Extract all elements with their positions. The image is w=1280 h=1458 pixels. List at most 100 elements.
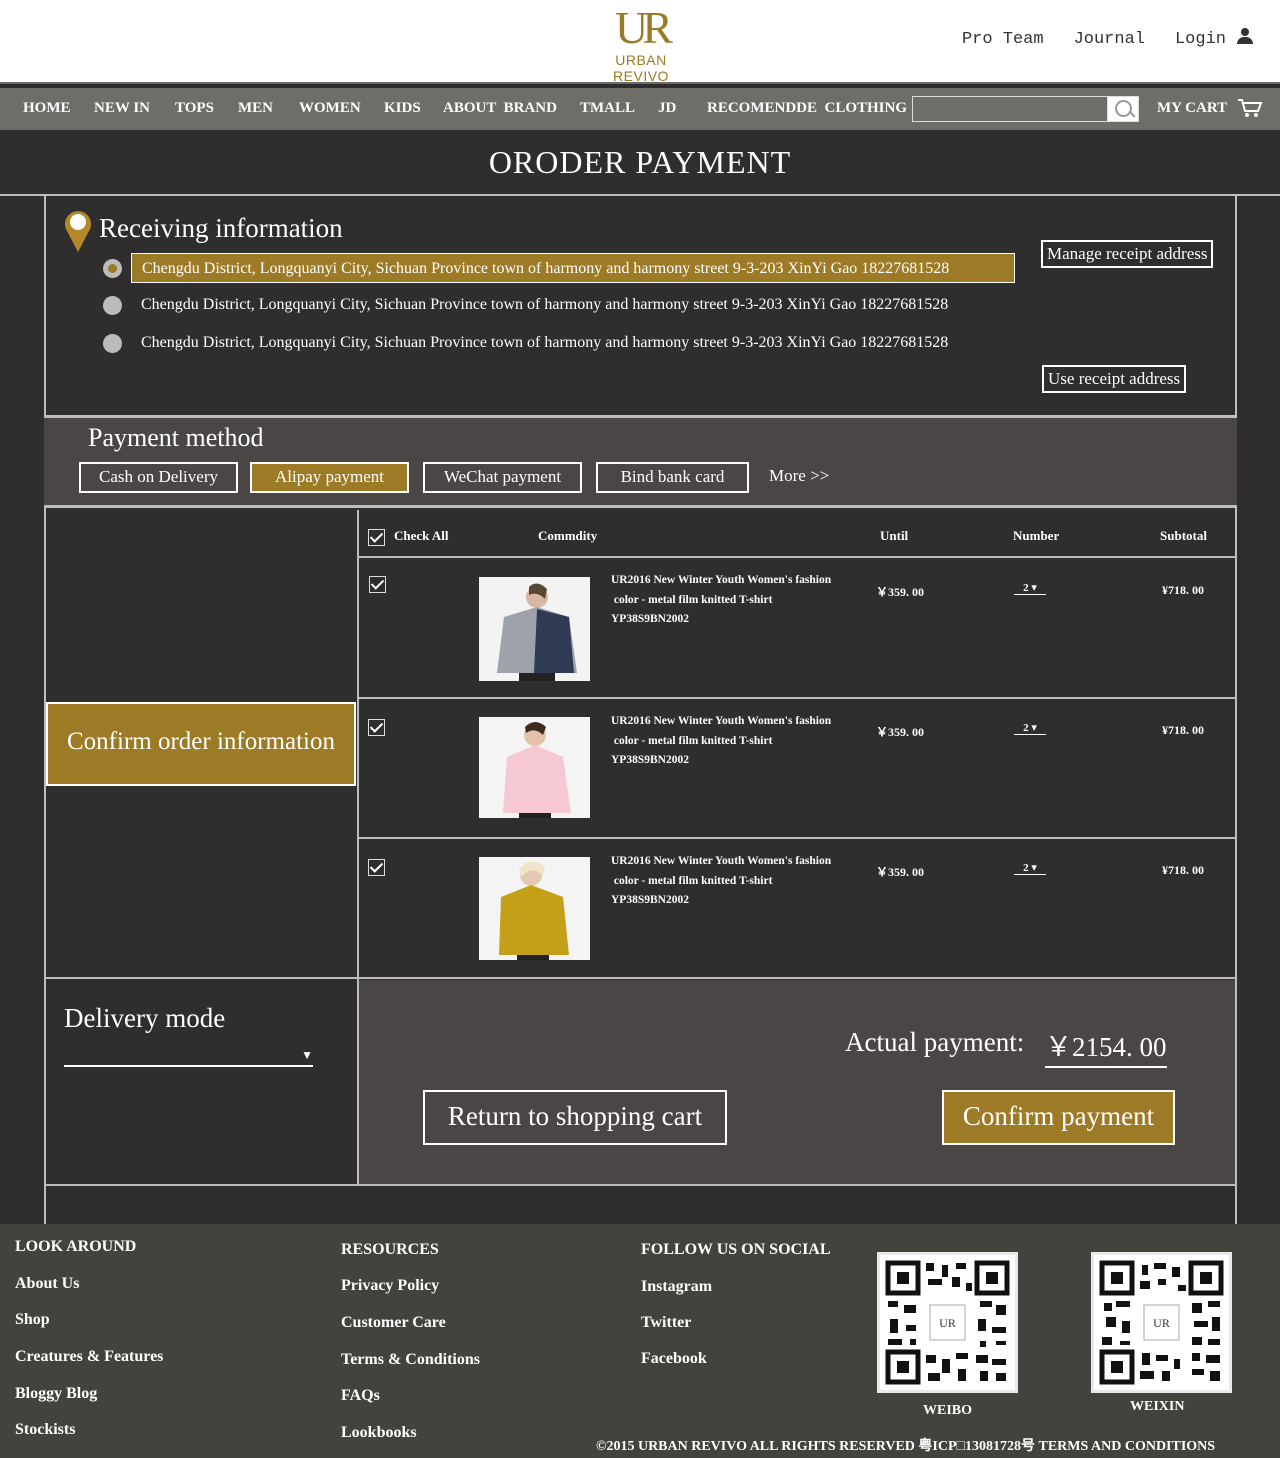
nav-home[interactable]: HOME xyxy=(23,100,71,117)
nav-kids[interactable]: KIDS xyxy=(384,100,421,117)
footer-link-faqs[interactable]: FAQs xyxy=(341,1387,380,1405)
footer-link-customer-care[interactable]: Customer Care xyxy=(341,1314,446,1332)
nav-jd[interactable]: JD xyxy=(658,100,676,117)
divider xyxy=(44,977,1237,979)
product-subtitle: color - metal film knitted T-shirt xyxy=(611,874,773,887)
actual-payment-label: Actual payment: xyxy=(845,1027,1025,1057)
nav-recommended-clothing[interactable]: RECOMENDDE CLOTHING xyxy=(707,100,907,117)
nav-women[interactable]: WOMEN xyxy=(299,100,361,117)
item-checkbox-3[interactable] xyxy=(368,859,385,876)
confirm-payment-button[interactable]: Confirm payment xyxy=(942,1090,1175,1145)
footer-link-stockists[interactable]: Stockists xyxy=(15,1421,75,1439)
delivery-mode-select[interactable]: ▼ xyxy=(64,1048,313,1067)
product-name-1: UR2016 New Winter Youth Women's fashion … xyxy=(611,571,861,630)
footer-link-terms-conditions[interactable]: Terms & Conditions xyxy=(341,1351,480,1369)
product-sku: YP38S9BN2002 xyxy=(611,613,689,625)
item-checkbox-1[interactable] xyxy=(369,576,386,593)
product-title: UR2016 New Winter Youth Women's fashion xyxy=(611,574,832,586)
footer-link-about-us[interactable]: About Us xyxy=(15,1275,79,1293)
quantity-select-3[interactable]: 2 ▾ xyxy=(1014,861,1046,875)
actual-payment-value: ￥2154. 00 xyxy=(1045,1025,1167,1068)
footer-link-twitter[interactable]: Twitter xyxy=(641,1314,691,1332)
divider xyxy=(357,980,359,1185)
product-name-3: UR2016 New Winter Youth Women's fashion … xyxy=(611,852,861,911)
logo-mark: UR xyxy=(615,2,673,53)
footer xyxy=(0,1224,1280,1458)
payment-summary-panel xyxy=(359,980,1235,1185)
more-payment-link[interactable]: More >> xyxy=(769,466,829,486)
footer-link-shop[interactable]: Shop xyxy=(15,1311,50,1329)
footer-link-creatures-features[interactable]: Creatures & Features xyxy=(15,1348,163,1366)
login-link[interactable]: Login xyxy=(1175,30,1226,49)
pay-wechat[interactable]: WeChat payment xyxy=(423,462,582,493)
quantity-select-1[interactable]: 2 ▾ xyxy=(1014,581,1046,595)
footer-social-title: FOLLOW US ON SOCIAL xyxy=(641,1241,831,1258)
unit-price-2: ￥359. 00 xyxy=(876,725,925,739)
divider xyxy=(359,837,1236,839)
my-cart-link[interactable]: MY CART xyxy=(1157,100,1227,117)
quantity-value: 2 xyxy=(1023,582,1029,594)
page-title: ORODER PAYMENT xyxy=(488,144,792,180)
subtotal-2: ¥718. 00 xyxy=(1162,723,1204,737)
header-unit-price: Until xyxy=(880,528,909,543)
brand-logo[interactable]: UR URBAN REVIVO xyxy=(588,2,694,85)
quantity-value: 2 xyxy=(1023,862,1029,874)
address-option-3[interactable]: Chengdu District, Longquanyi City, Sichu… xyxy=(131,328,1015,358)
footer-link-bloggy-blog[interactable]: Bloggy Blog xyxy=(15,1385,97,1403)
main-nav: HOME NEW IN TOPS MEN WOMEN KIDS ABOUT BR… xyxy=(0,88,1280,130)
footer-link-lookbooks[interactable]: Lookbooks xyxy=(341,1424,417,1442)
item-checkbox-2[interactable] xyxy=(368,719,385,736)
nav-about-brand[interactable]: ABOUT BRAND xyxy=(443,100,557,117)
footer-link-privacy-policy[interactable]: Privacy Policy xyxy=(341,1277,439,1295)
product-image-3[interactable] xyxy=(479,857,590,960)
address-option-1[interactable]: Chengdu District, Longquanyi City, Sichu… xyxy=(131,253,1015,283)
subtotal-3: ¥718. 00 xyxy=(1162,863,1204,877)
product-image-1[interactable] xyxy=(479,577,590,681)
pay-bind-bank-card[interactable]: Bind bank card xyxy=(596,462,749,493)
location-pin-icon xyxy=(65,211,91,252)
page-title-bar: ORODER PAYMENT xyxy=(0,130,1280,196)
product-name-2: UR2016 New Winter Youth Women's fashion … xyxy=(611,712,861,771)
top-links: Pro Team Journal Login xyxy=(962,28,1254,49)
footer-link-facebook[interactable]: Facebook xyxy=(641,1350,707,1368)
cart-icon[interactable] xyxy=(1237,98,1263,118)
product-image-2[interactable] xyxy=(479,717,590,818)
pro-team-link[interactable]: Pro Team xyxy=(962,30,1044,49)
header-number: Number xyxy=(1013,528,1060,543)
dropdown-arrow-icon: ▼ xyxy=(301,1048,313,1062)
header-subtotal: Subtotal xyxy=(1160,528,1207,543)
pay-cash-on-delivery[interactable]: Cash on Delivery xyxy=(79,462,238,493)
weixin-label: WEIXIN xyxy=(1130,1399,1185,1414)
check-all-checkbox[interactable] xyxy=(368,529,385,546)
unit-price-1: ￥359. 00 xyxy=(876,585,925,599)
nav-men[interactable]: MEN xyxy=(238,100,273,117)
divider xyxy=(44,1184,1237,1186)
address-radio-2[interactable] xyxy=(103,296,122,315)
receiving-title: Receiving information xyxy=(99,213,343,243)
nav-tops[interactable]: TOPS xyxy=(175,100,214,117)
copyright-text: ©2015 URBAN REVIVO ALL RIGHTS RESERVED 粤… xyxy=(596,1439,1216,1454)
quantity-select-2[interactable]: 2 ▾ xyxy=(1014,721,1046,735)
address-radio-1[interactable] xyxy=(103,259,122,278)
search-icon[interactable] xyxy=(1107,96,1139,122)
manage-address-button[interactable]: Manage receipt address xyxy=(1041,240,1214,268)
footer-look-around-title: LOOK AROUND xyxy=(15,1238,137,1255)
return-to-cart-button[interactable]: Return to shopping cart xyxy=(423,1090,727,1145)
footer-link-instagram[interactable]: Instagram xyxy=(641,1278,712,1296)
address-option-2[interactable]: Chengdu District, Longquanyi City, Sichu… xyxy=(131,290,1015,320)
product-sku: YP38S9BN2002 xyxy=(611,754,689,766)
svg-text:UR: UR xyxy=(1153,1316,1170,1330)
search-input[interactable] xyxy=(912,96,1108,122)
pay-alipay[interactable]: Alipay payment xyxy=(250,462,409,493)
nav-tmall[interactable]: TMALL xyxy=(580,100,635,117)
weibo-qr-code: UR xyxy=(877,1252,1018,1393)
use-address-button[interactable]: Use receipt address xyxy=(1042,365,1187,393)
journal-link[interactable]: Journal xyxy=(1074,30,1145,49)
product-sku: YP38S9BN2002 xyxy=(611,894,689,906)
subtotal-1: ¥718. 00 xyxy=(1162,583,1204,597)
address-radio-3[interactable] xyxy=(103,334,122,353)
nav-new-in[interactable]: NEW IN xyxy=(94,100,150,117)
delivery-title: Delivery mode xyxy=(64,1003,226,1033)
user-icon[interactable] xyxy=(1236,28,1254,46)
divider xyxy=(359,697,1236,699)
